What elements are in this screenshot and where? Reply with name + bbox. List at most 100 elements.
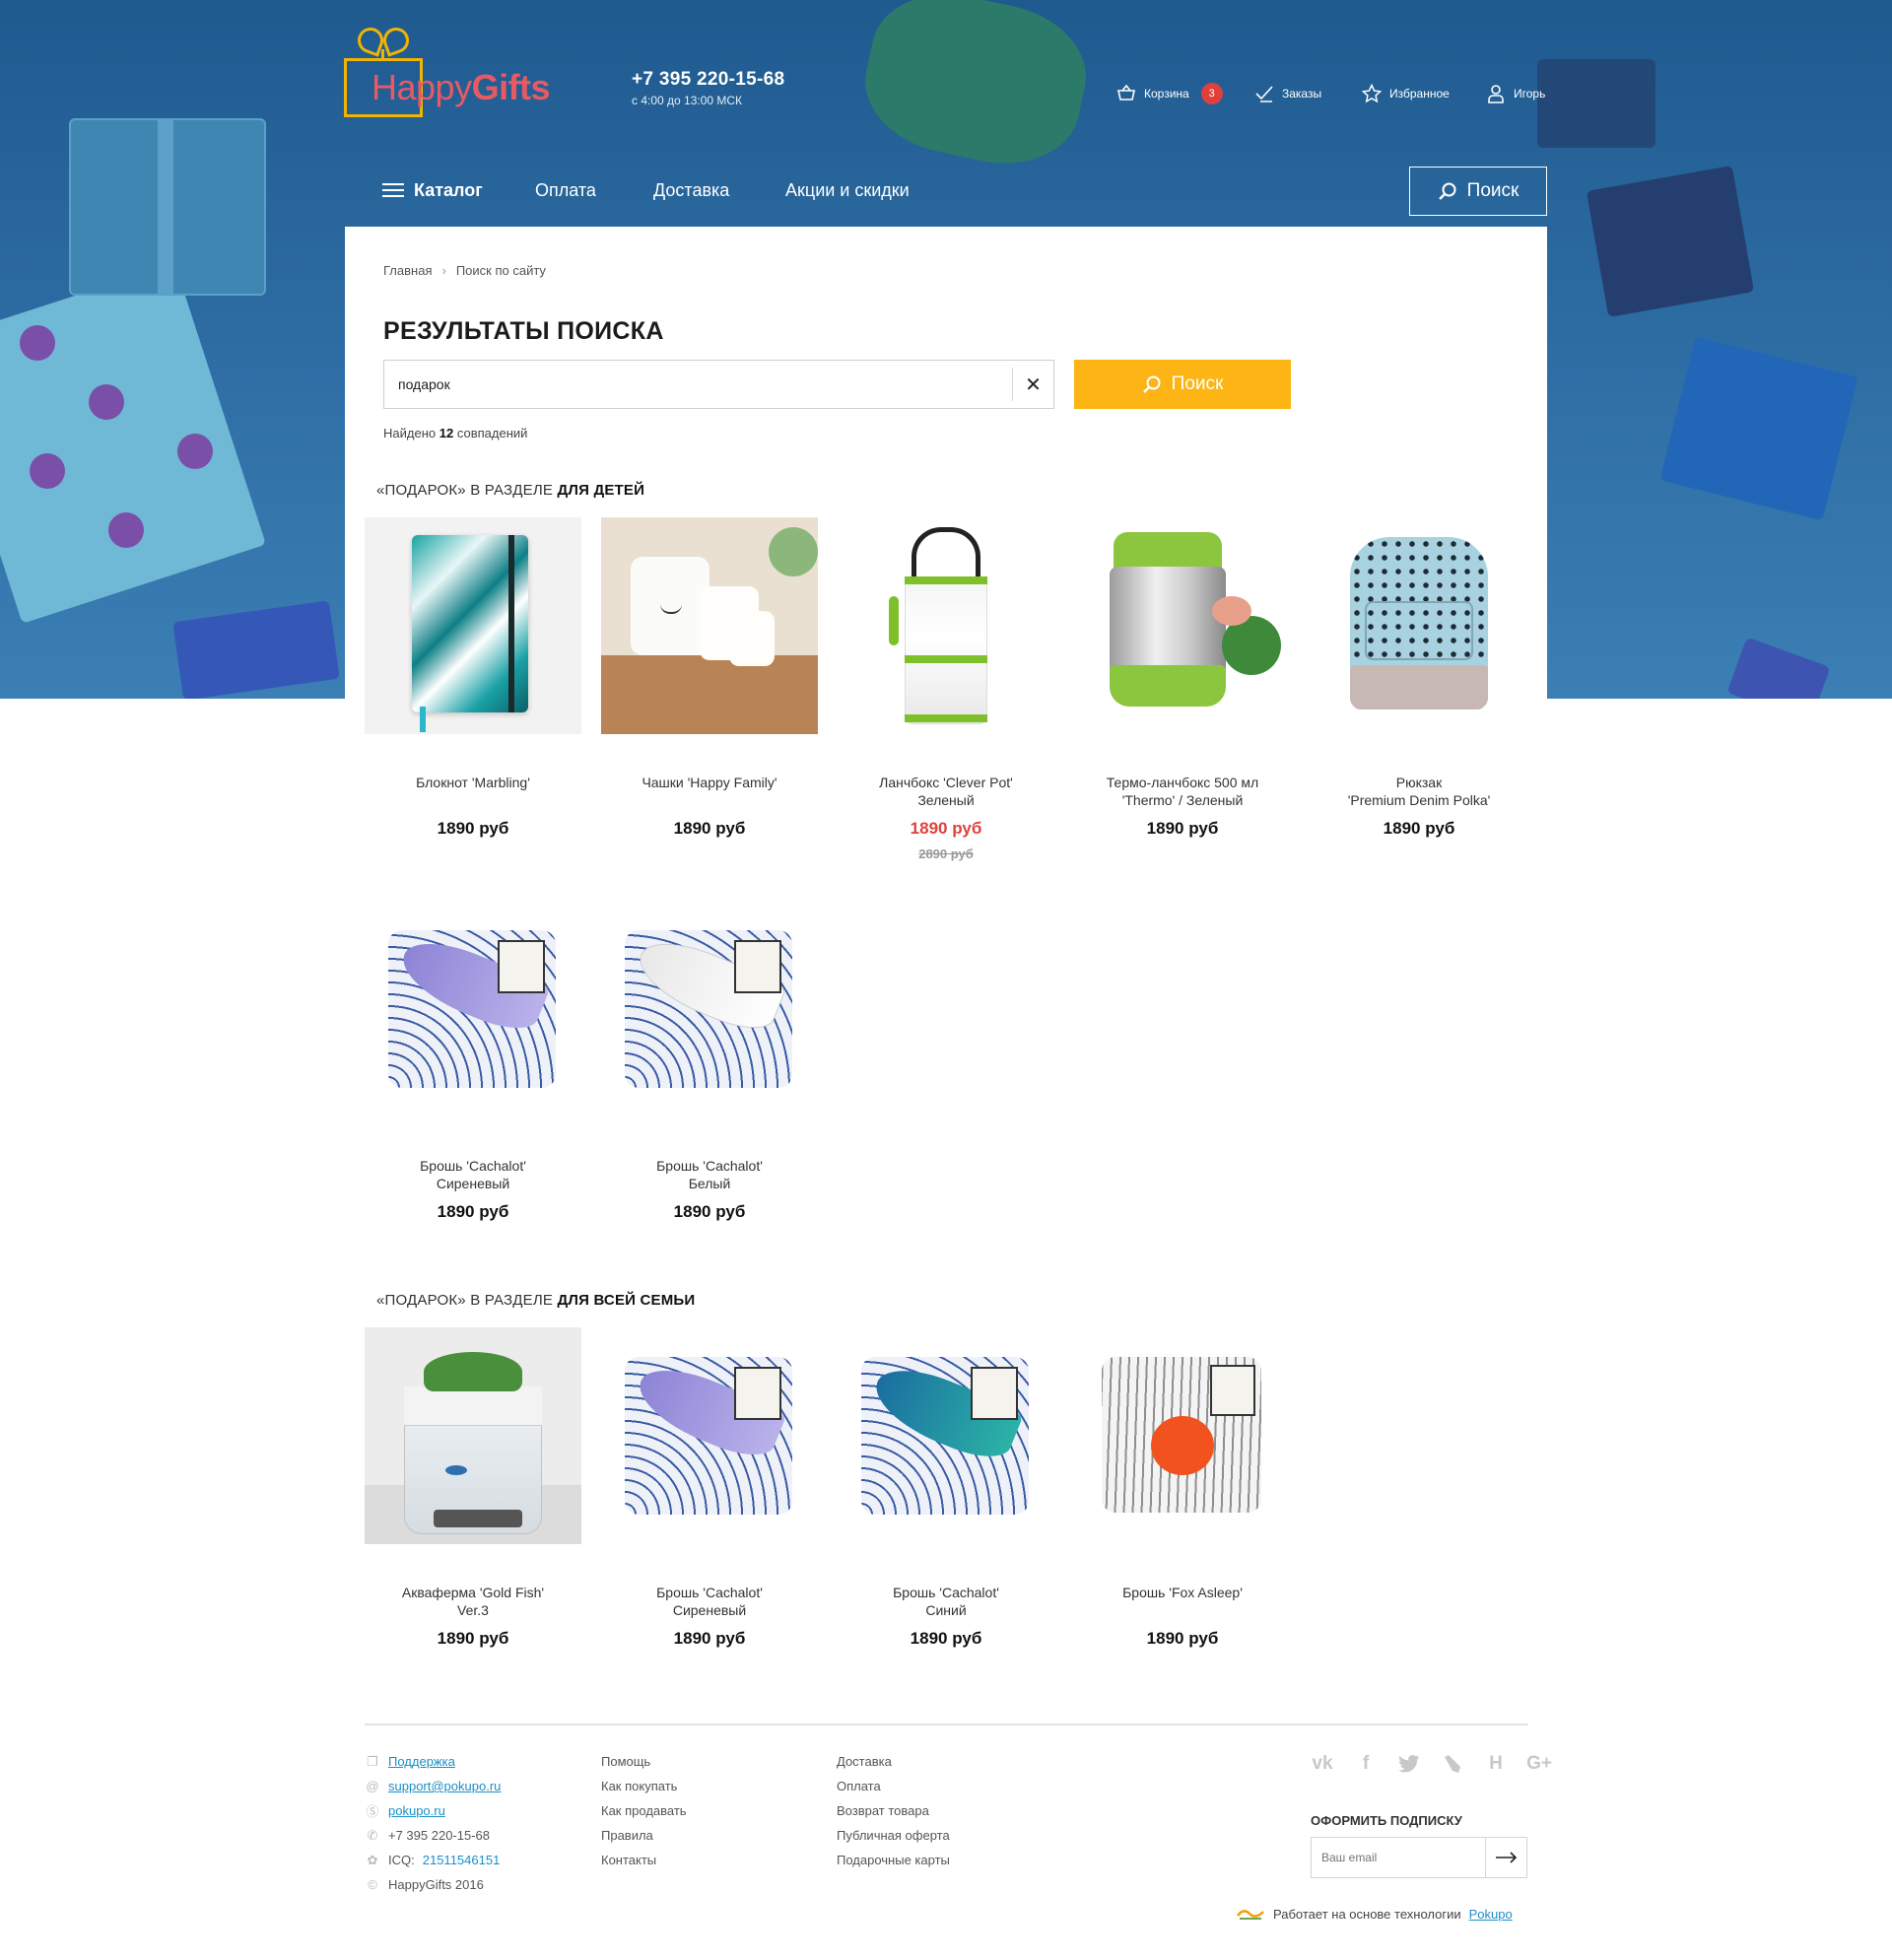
footer-link[interactable]: Контакты xyxy=(601,1848,687,1872)
footer-link[interactable]: Оплата xyxy=(837,1774,950,1798)
product-name: Брошь 'Cachalot' xyxy=(656,1585,763,1600)
twitter-icon[interactable] xyxy=(1395,1752,1423,1776)
basket-icon xyxy=(1117,84,1135,101)
favorites-link[interactable]: Избранное xyxy=(1362,84,1450,103)
subscribe-submit-button[interactable] xyxy=(1485,1838,1526,1877)
product-card[interactable]: Брошь 'Cachalot' Сиреневый 1890 руб xyxy=(601,1327,818,1649)
footer-link[interactable]: Доставка xyxy=(837,1749,950,1774)
user-link[interactable]: Игорь xyxy=(1486,84,1545,103)
email-link[interactable]: support@pokupo.ru xyxy=(388,1779,501,1793)
cart-count-badge: 3 xyxy=(1200,83,1223,104)
product-name: Чашки 'Happy Family' xyxy=(642,775,777,790)
star-icon xyxy=(1362,84,1382,103)
product-old-price: 2890 руб xyxy=(918,846,974,861)
site-logo[interactable]: HappyGifts xyxy=(344,24,561,122)
footer-link[interactable]: Публичная оферта xyxy=(837,1823,950,1848)
habr-icon[interactable]: H xyxy=(1482,1752,1510,1776)
ribbon-decoration xyxy=(172,600,340,699)
product-price: 1890 руб xyxy=(1383,819,1455,838)
footer-link[interactable]: Возврат товара xyxy=(837,1798,950,1823)
powered-by: Работает на основе технологии Pokupo xyxy=(1236,1906,1513,1922)
product-card[interactable]: Брошь 'Cachalot' Синий 1890 руб xyxy=(838,1327,1054,1649)
product-card[interactable]: Брошь 'Cachalot' Белый 1890 руб xyxy=(601,901,818,1222)
subscribe-form xyxy=(1311,1837,1527,1878)
icq-link[interactable]: 21511546151 xyxy=(423,1853,501,1867)
footer-divider xyxy=(365,1723,1528,1725)
header-search-button[interactable]: Поиск xyxy=(1409,167,1547,216)
nav-delivery[interactable]: Доставка xyxy=(653,180,729,201)
logo-bow-icon xyxy=(379,24,413,57)
product-price: 1890 руб xyxy=(1146,819,1219,838)
pokupo-link[interactable]: Pokupo xyxy=(1469,1907,1513,1922)
search-input[interactable] xyxy=(384,361,1012,408)
product-price: 1890 руб xyxy=(673,1629,746,1648)
skype-link[interactable]: pokupo.ru xyxy=(388,1803,445,1818)
breadcrumb: Главная › Поиск по сайту xyxy=(383,263,546,278)
breadcrumb-home[interactable]: Главная xyxy=(383,263,432,278)
search-submit-button[interactable]: Поиск xyxy=(1074,360,1291,409)
header-phone[interactable]: +7 395 220-15-68 xyxy=(632,69,784,91)
polka-dot-decoration xyxy=(108,512,144,548)
footer-link[interactable]: Как покупать xyxy=(601,1774,687,1798)
footer-link[interactable]: Правила xyxy=(601,1823,687,1848)
product-name: Блокнот 'Marbling' xyxy=(416,775,530,790)
product-card[interactable]: Акваферма 'Gold Fish' Ver.3 1890 руб xyxy=(365,1327,581,1649)
section-title-family: «ПОДАРОК» В РАЗДЕЛЕ ДЛЯ ВСЕЙ СЕМЬИ xyxy=(376,1292,696,1309)
product-card[interactable]: Термо-ланчбокс 500 мл 'Thermo' / Зеленый … xyxy=(1074,517,1291,839)
footer-link[interactable]: Подарочные карты xyxy=(837,1848,950,1872)
brooch-blue-image xyxy=(838,1327,1054,1544)
lunchbox-image xyxy=(838,517,1054,734)
livejournal-icon[interactable] xyxy=(1439,1752,1466,1776)
footer-link[interactable]: Помощь xyxy=(601,1749,687,1774)
product-card[interactable]: Брошь 'Cachalot' Сиреневый 1890 руб xyxy=(365,901,581,1222)
breadcrumb-current: Поиск по сайту xyxy=(455,263,546,278)
product-card[interactable]: Блокнот 'Marbling' 1890 руб xyxy=(365,517,581,839)
vk-icon[interactable]: vk xyxy=(1309,1752,1336,1776)
nav-payment[interactable]: Оплата xyxy=(535,180,596,201)
user-name: Игорь xyxy=(1514,87,1546,101)
header-phone-block: +7 395 220-15-68 с 4:00 до 13:00 МСК xyxy=(632,69,784,107)
cart-link[interactable]: Корзина 3 xyxy=(1116,83,1223,104)
product-card[interactable]: Рюкзак 'Premium Denim Polka' 1890 руб xyxy=(1311,517,1527,839)
at-icon: @ xyxy=(366,1779,379,1793)
product-name: Брошь 'Cachalot' xyxy=(420,1158,526,1174)
product-price: 1890 руб xyxy=(910,819,982,838)
product-card[interactable]: Чашки 'Happy Family' 1890 руб xyxy=(601,517,818,839)
orders-link[interactable]: Заказы xyxy=(1254,84,1321,103)
polka-dot-decoration xyxy=(30,453,65,489)
google-plus-icon[interactable]: G+ xyxy=(1525,1752,1553,1776)
nav-promotions[interactable]: Акции и скидки xyxy=(785,180,910,201)
facebook-icon[interactable]: f xyxy=(1352,1752,1380,1776)
support-link[interactable]: Поддержка xyxy=(388,1754,455,1769)
product-price: 1890 руб xyxy=(437,1629,509,1648)
product-card[interactable]: Ланчбокс 'Clever Pot' Зеленый 1890 руб 28… xyxy=(838,517,1054,861)
support-icon: ❐ xyxy=(367,1753,378,1769)
product-price: 1890 руб xyxy=(1146,1629,1219,1648)
clear-search-button[interactable]: ✕ xyxy=(1012,368,1053,401)
product-name: Брошь 'Fox Asleep' xyxy=(1122,1585,1243,1600)
section-title-kids: «ПОДАРОК» В РАЗДЕЛЕ ДЛЯ ДЕТЕЙ xyxy=(376,482,645,499)
backpack-image xyxy=(1311,517,1527,734)
brooch-lilac-image xyxy=(365,901,581,1117)
results-count: Найдено 12 совпадений xyxy=(383,426,528,440)
search-field: ✕ xyxy=(383,360,1054,409)
pokupo-logo-icon xyxy=(1237,1910,1264,1920)
gift-box-decoration xyxy=(1586,165,1755,318)
copyright-icon: © xyxy=(368,1877,377,1892)
social-links: vk f H G+ xyxy=(1309,1752,1553,1776)
brooch-lilac-image xyxy=(601,1327,818,1544)
cups-image xyxy=(601,517,818,734)
polka-dot-decoration xyxy=(20,325,55,361)
polka-dot-decoration xyxy=(89,384,124,420)
thermo-image xyxy=(1074,517,1291,734)
search-icon xyxy=(1438,182,1456,200)
product-name: Термо-ланчбокс 500 мл xyxy=(1106,775,1259,790)
search-icon xyxy=(1142,375,1161,393)
product-price: 1890 руб xyxy=(437,819,509,838)
product-card[interactable]: Брошь 'Fox Asleep' 1890 руб xyxy=(1074,1327,1291,1649)
footer-link[interactable]: Как продавать xyxy=(601,1798,687,1823)
nav-catalog[interactable]: Каталог xyxy=(382,180,483,201)
copyright: HappyGifts 2016 xyxy=(388,1877,484,1892)
page-title: РЕЗУЛЬТАТЫ ПОИСКА xyxy=(383,317,664,345)
subscribe-email-input[interactable] xyxy=(1312,1838,1485,1877)
